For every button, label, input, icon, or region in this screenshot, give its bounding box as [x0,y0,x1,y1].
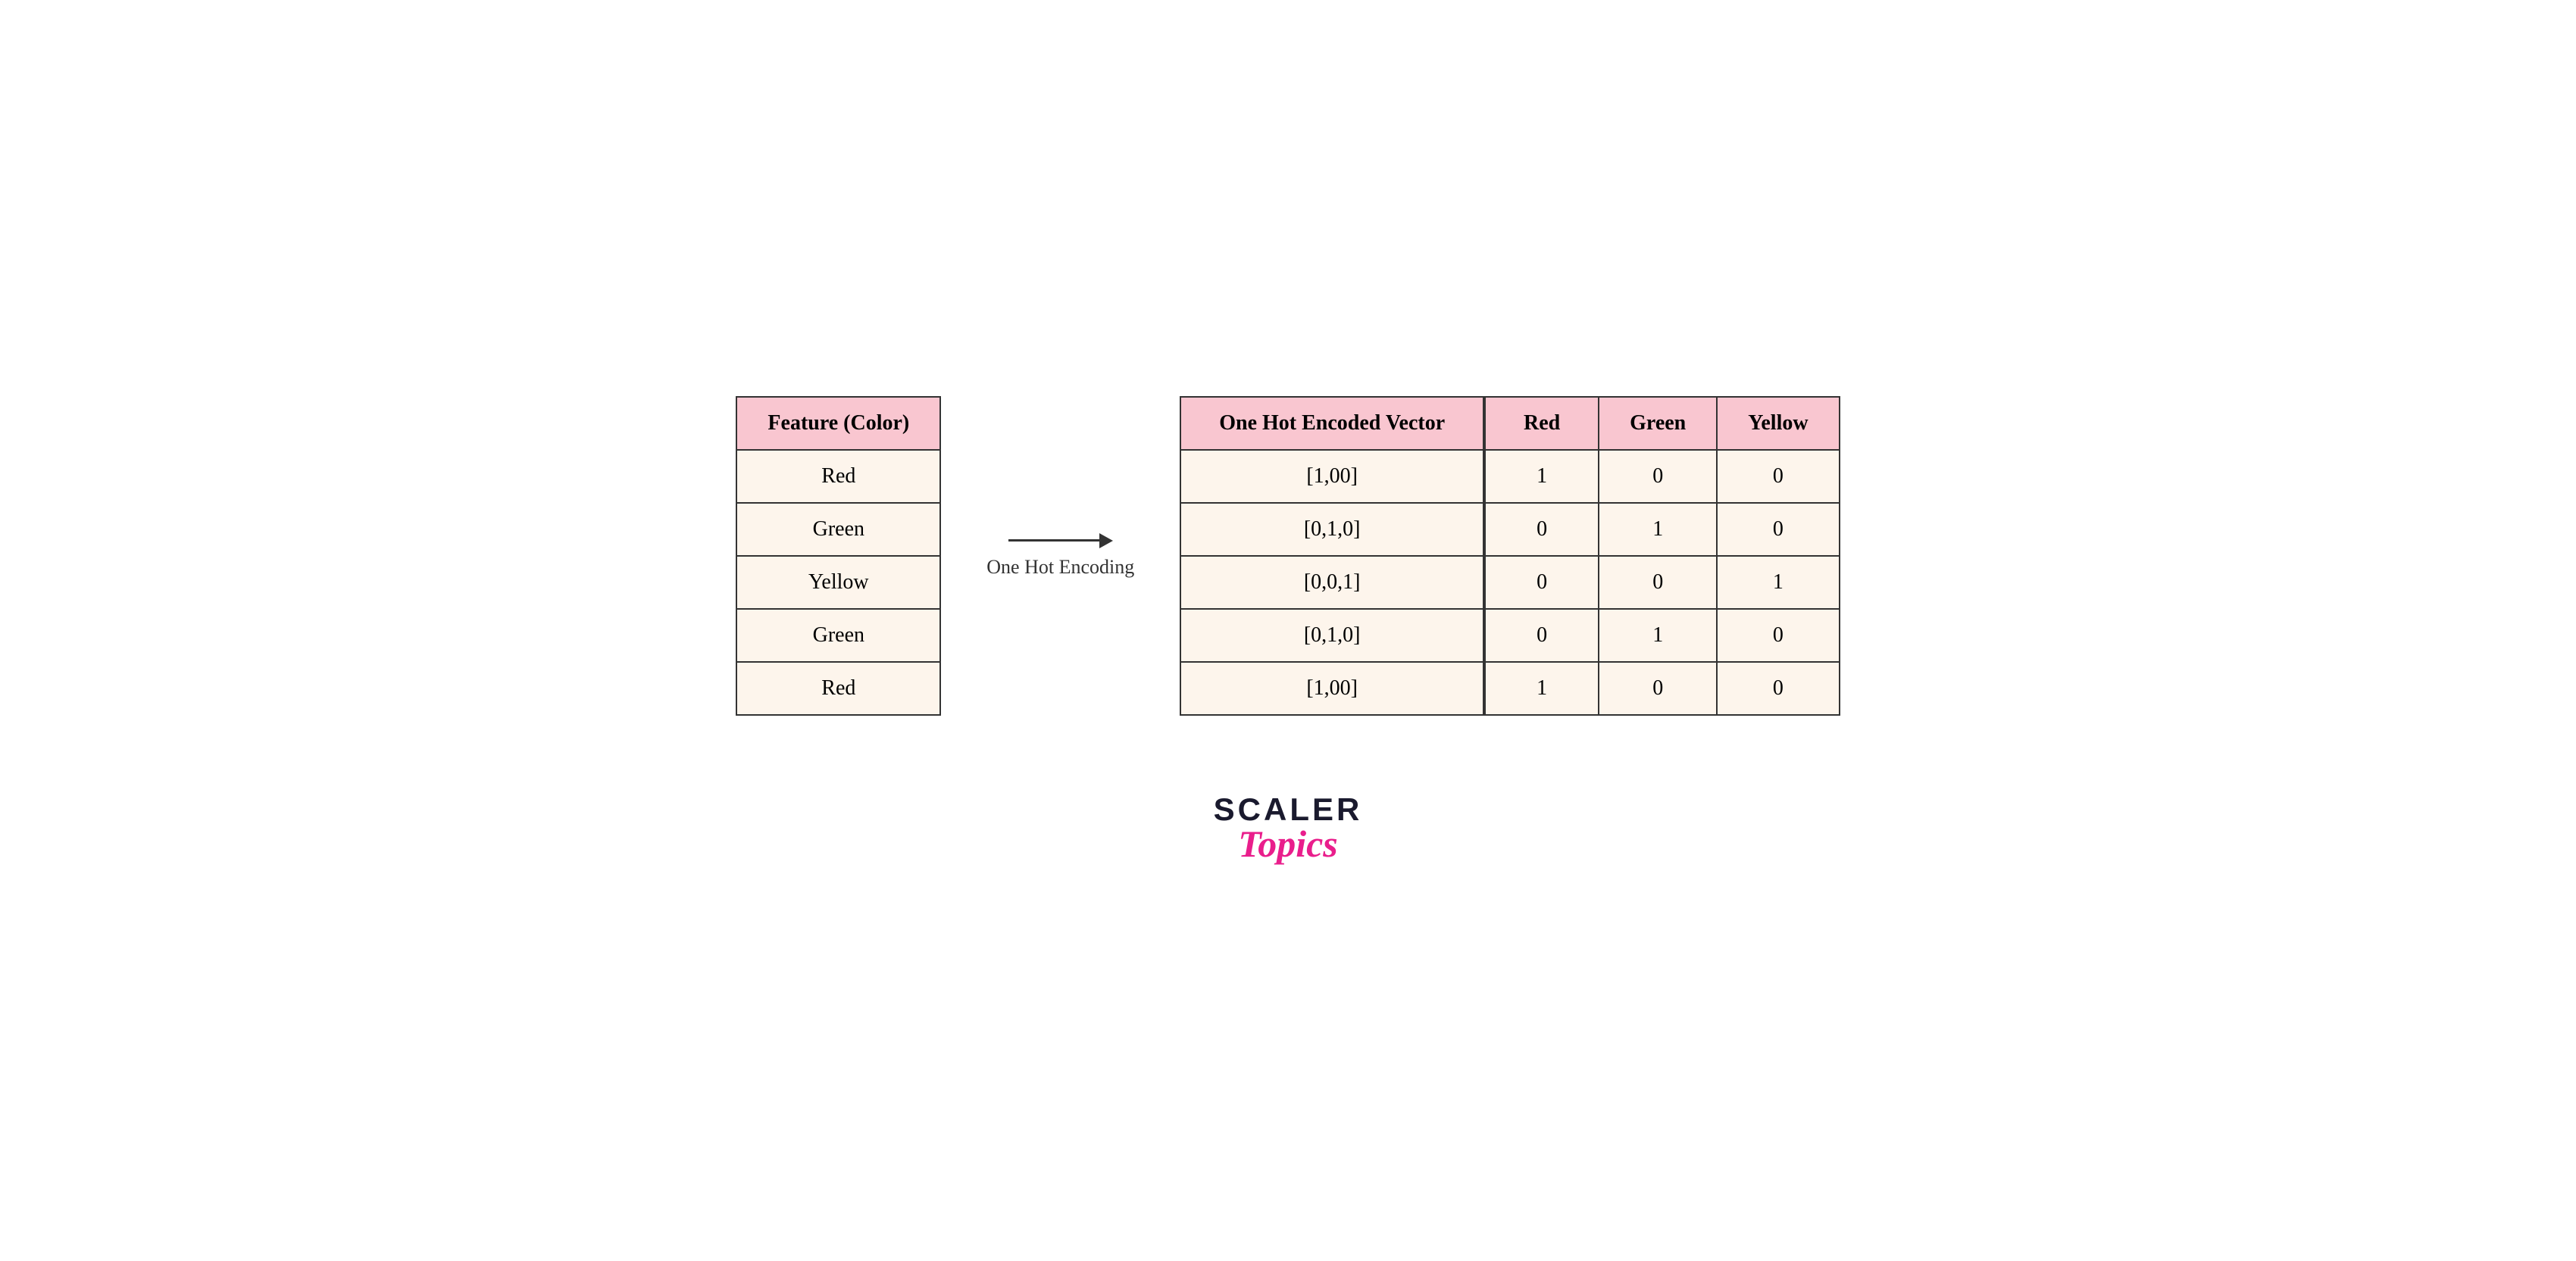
encoded-table-cell: [0,1,0] [1180,609,1483,662]
split-table-cell: 0 [1717,609,1839,662]
split-table-cell: 0 [1599,450,1717,503]
split-table: RedGreenYellow 100010001010100 [1484,396,1840,716]
encoded-table-cell: [0,1,0] [1180,503,1483,556]
feature-table-cell: Red [736,450,940,503]
split-table-cell: 0 [1599,662,1717,715]
split-table-cell: 1 [1599,609,1717,662]
split-table-cell: 0 [1599,556,1717,609]
split-table-cell: 0 [1485,609,1599,662]
split-table-cell: 1 [1485,450,1599,503]
encoded-table-cell: [0,0,1] [1180,556,1483,609]
arrow-line [1008,533,1113,548]
feature-table-cell: Green [736,609,940,662]
encoded-table-cell: [1,00] [1180,450,1483,503]
split-table-cell: 1 [1717,556,1839,609]
split-table-header: Yellow [1717,397,1839,450]
split-table-header: Green [1599,397,1717,450]
arrow-label: One Hot Encoding [986,556,1134,579]
feature-table-header: Feature (Color) [736,397,940,450]
encoded-table-cell: [1,00] [1180,662,1483,715]
right-tables-group: One Hot Encoded Vector [1,00][0,1,0][0,0… [1180,396,1840,716]
feature-table-cell: Green [736,503,940,556]
split-table-cell: 0 [1717,450,1839,503]
split-table-cell: 0 [1717,503,1839,556]
diagram-container: Feature (Color) RedGreenYellowGreenRed O… [736,396,1840,716]
feature-table-cell: Red [736,662,940,715]
encoded-table: One Hot Encoded Vector [1,00][0,1,0][0,0… [1180,396,1484,716]
brand-topics-text: Topics [1238,822,1338,866]
split-table-header: Red [1485,397,1599,450]
split-table-cell: 0 [1717,662,1839,715]
arrow-shaft [1008,539,1099,542]
feature-table-cell: Yellow [736,556,940,609]
split-table-cell: 0 [1485,503,1599,556]
split-table-cell: 1 [1485,662,1599,715]
split-table-cell: 1 [1599,503,1717,556]
feature-table: Feature (Color) RedGreenYellowGreenRed [736,396,941,716]
branding-section: SCALER Topics [1214,791,1363,866]
split-table-cell: 0 [1485,556,1599,609]
encoded-table-header: One Hot Encoded Vector [1180,397,1483,450]
arrow-section: One Hot Encoding [986,533,1134,579]
arrow-head [1099,533,1113,548]
